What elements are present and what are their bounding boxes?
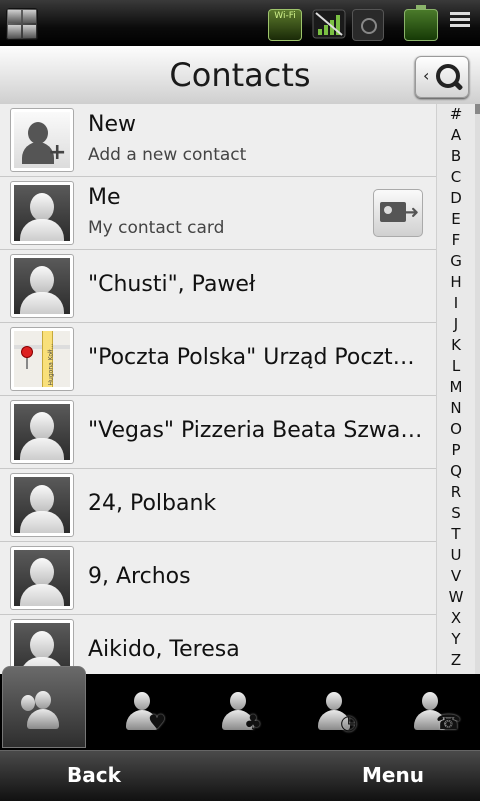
avatar (10, 254, 74, 318)
recent-icon: ◷ (318, 692, 358, 732)
contact-subtitle: Add a new contact (88, 145, 247, 165)
tab-recent[interactable]: ◷ (288, 674, 384, 750)
contact-list[interactable]: + New Add a new contact Me My contact ca… (0, 104, 436, 674)
contact-name: "Poczta Polska" Urząd Pocztow… (88, 345, 428, 370)
list-item-my-card[interactable]: Me My contact card ➜ (0, 177, 436, 250)
wifi-icon[interactable]: Wi-Fi (268, 9, 302, 41)
avatar (10, 400, 74, 464)
index-letter[interactable]: E (437, 209, 475, 230)
index-letter[interactable]: X (437, 608, 475, 629)
wifi-label: Wi-Fi (274, 11, 296, 21)
index-letter[interactable]: H (437, 272, 475, 293)
index-letter[interactable]: O (437, 419, 475, 440)
index-letter[interactable]: C (437, 167, 475, 188)
map-thumbnail: Hugona Kołł… (10, 327, 74, 391)
battery-icon[interactable] (404, 5, 438, 41)
index-letter[interactable]: W (437, 587, 475, 608)
radio-icon[interactable] (352, 9, 384, 41)
status-bar: Wi-Fi (0, 0, 480, 46)
list-item[interactable]: Hugona Kołł… "Poczta Polska" Urząd Poczt… (0, 323, 436, 396)
index-letter[interactable]: M (437, 377, 475, 398)
new-contact-icon: + (10, 108, 74, 172)
list-item[interactable]: 24, Polbank (0, 469, 436, 542)
list-item[interactable]: "Vegas" Pizzeria Beata Szwarcz… (0, 396, 436, 469)
contact-name: New (88, 112, 136, 137)
index-letter[interactable]: J (437, 314, 475, 335)
index-letter[interactable]: R (437, 482, 475, 503)
index-letter[interactable]: U (437, 545, 475, 566)
avatar (10, 181, 74, 245)
title-bar: Contacts ‹ (0, 46, 480, 105)
index-letter[interactable]: S (437, 503, 475, 524)
alphabet-index[interactable]: # A B C D E F G H I J K L M N O P Q R S T U V W X Y Z (436, 104, 475, 674)
index-letter[interactable]: G (437, 251, 475, 272)
avatar (10, 473, 74, 537)
map-label: Hugona Kołł… (47, 343, 55, 386)
signal-strength-icon[interactable] (312, 9, 346, 39)
index-letter[interactable]: # (437, 104, 475, 125)
tab-call-log[interactable]: ☎ (384, 674, 480, 750)
groups-icon: ♣ (222, 692, 262, 732)
scrollbar[interactable] (475, 104, 480, 674)
tab-favourites[interactable]: ♥ (96, 674, 192, 750)
index-letter[interactable]: B (437, 146, 475, 167)
all-contacts-icon (21, 691, 61, 731)
index-letter[interactable]: Y (437, 629, 475, 650)
chevron-left-icon: ‹ (423, 66, 430, 85)
back-button[interactable]: Back (67, 763, 121, 787)
contact-name: "Chusti", Paweł (88, 272, 256, 297)
contact-subtitle: My contact card (88, 218, 225, 238)
search-button[interactable]: ‹ (415, 56, 469, 98)
call-log-icon: ☎ (414, 692, 461, 732)
avatar (10, 546, 74, 610)
contact-name: "Vegas" Pizzeria Beata Szwarcz… (88, 418, 428, 443)
index-letter[interactable]: T (437, 524, 475, 545)
index-letter[interactable]: V (437, 566, 475, 587)
scrollbar-thumb[interactable] (475, 104, 480, 114)
list-item-new-contact[interactable]: + New Add a new contact (0, 104, 436, 177)
favourites-icon: ♥ (126, 692, 166, 732)
tab-bar: ♥ ♣ ◷ ☎ (0, 666, 480, 750)
contact-name: 24, Polbank (88, 491, 217, 516)
home-grid-icon[interactable] (6, 8, 38, 40)
contact-name: 9, Archos (88, 564, 191, 589)
index-letter[interactable]: F (437, 230, 475, 251)
softkey-bar: Back Menu (0, 750, 480, 801)
index-letter[interactable]: Q (437, 461, 475, 482)
page-title: Contacts (169, 56, 311, 94)
index-letter[interactable]: N (437, 398, 475, 419)
index-letter[interactable]: A (437, 125, 475, 146)
index-letter[interactable]: P (437, 440, 475, 461)
index-letter[interactable]: K (437, 335, 475, 356)
status-menu-icon[interactable] (448, 9, 476, 39)
map-pin-icon (22, 347, 32, 357)
index-letter[interactable]: Z (437, 650, 475, 671)
contact-name: Aikido, Teresa (88, 637, 240, 662)
tab-groups[interactable]: ♣ (192, 674, 288, 750)
index-letter[interactable]: D (437, 188, 475, 209)
send-card-icon (380, 202, 406, 222)
arrow-right-icon: ➜ (404, 202, 420, 223)
tab-all-contacts[interactable] (2, 666, 86, 748)
list-item[interactable]: 9, Archos (0, 542, 436, 615)
index-letter[interactable]: I (437, 293, 475, 314)
list-item[interactable]: "Chusti", Paweł (0, 250, 436, 323)
index-letter[interactable]: L (437, 356, 475, 377)
menu-button[interactable]: Menu (362, 763, 424, 787)
send-card-button[interactable]: ➜ (373, 189, 423, 237)
